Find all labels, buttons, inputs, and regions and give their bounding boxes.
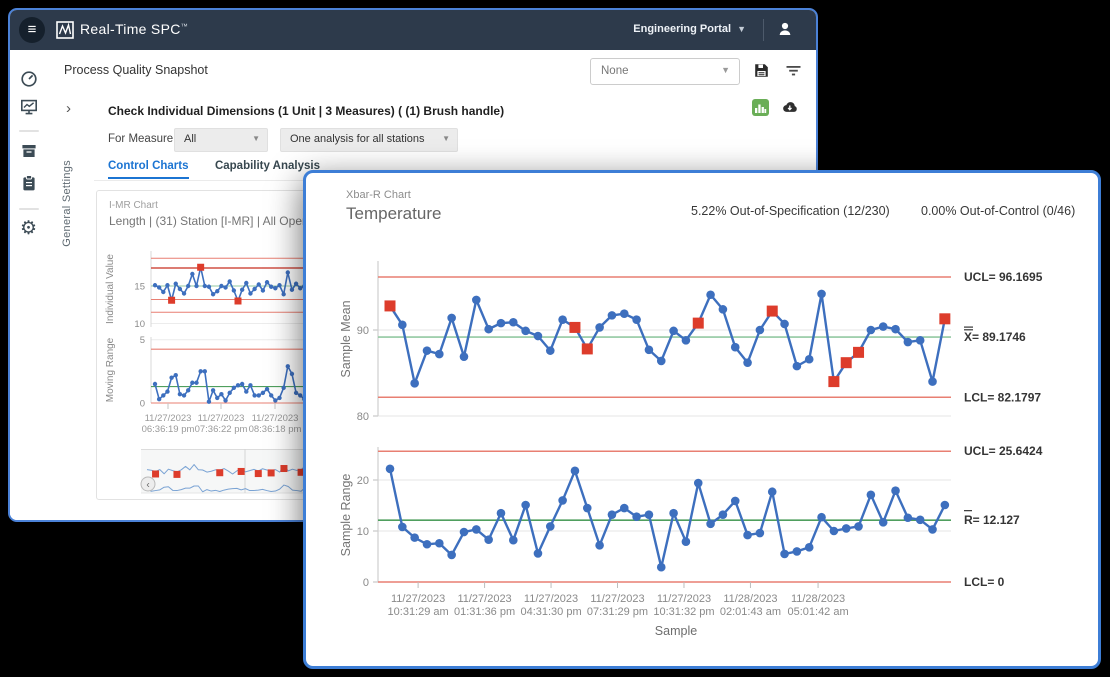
svg-text:02:01:43 am: 02:01:43 am (720, 606, 781, 618)
preset-dropdown[interactable]: None ▼ (590, 58, 740, 85)
svg-text:06:36:19 pm: 06:36:19 pm (142, 424, 195, 435)
sample-range-chart[interactable]: 20 10 0 UCL= 25.6424 R= 12.127 LCL= 0 11/27/20… (324, 439, 1086, 661)
save-icon[interactable] (753, 62, 770, 79)
svg-text:‹: ‹ (146, 480, 149, 491)
svg-text:10: 10 (134, 319, 145, 330)
user-account-icon[interactable] (776, 20, 794, 38)
chevron-down-icon: ▼ (252, 134, 260, 143)
svg-text:20: 20 (357, 475, 369, 487)
svg-text:Sample: Sample (655, 624, 697, 638)
sidebar-divider (19, 130, 39, 132)
general-settings-rail: › General Settings (48, 92, 94, 520)
svg-text:X= 89.1746: X= 89.1746 (964, 330, 1026, 344)
svg-text:11/27/2023: 11/27/2023 (524, 593, 578, 605)
xbar-r-chart-window: Xbar-R Chart Temperature 5.22% Out-of-Sp… (303, 170, 1101, 669)
svg-text:UCL= 96.1695: UCL= 96.1695 (964, 270, 1043, 284)
expand-chevron-icon[interactable]: › (66, 100, 71, 117)
svg-text:11/27/2023: 11/27/2023 (457, 593, 511, 605)
chevron-down-icon: ▼ (737, 24, 746, 34)
xbar-chart-type-label: Xbar-R Chart (346, 189, 411, 201)
svg-text:11/27/2023: 11/27/2023 (198, 413, 245, 424)
sample-mean-chart[interactable]: 90 80 UCL= 96.1695 X= 89.1746 LCL= 82.1797 Sa… (324, 235, 1086, 435)
svg-text:07:31:29 pm: 07:31:29 pm (587, 606, 648, 618)
chevron-down-icon: ▼ (721, 65, 730, 75)
top-bar: ≡ Real-Time SPC™ Engineering Portal▼ (10, 10, 816, 50)
chart-view-icon[interactable] (752, 99, 769, 116)
cloud-download-icon[interactable] (780, 99, 799, 116)
imr-chart-title: Length | (31) Station [I-MR] | All Opera… (109, 214, 333, 228)
svg-text:05:01:42 am: 05:01:42 am (787, 606, 848, 618)
svg-text:Individual Value: Individual Value (105, 254, 116, 324)
svg-text:11/27/2023: 11/27/2023 (252, 413, 299, 424)
svg-text:LCL= 82.1797: LCL= 82.1797 (964, 390, 1041, 404)
for-measure-label: For Measure: (108, 133, 176, 145)
settings-gear-icon[interactable]: ⚙ (20, 220, 38, 238)
svg-text:Sample Range: Sample Range (339, 474, 353, 557)
analysis-mode-value: One analysis for all stations (290, 133, 425, 145)
svg-text:LCL= 0: LCL= 0 (964, 575, 1005, 589)
archive-icon[interactable] (20, 142, 38, 160)
portal-selector[interactable]: Engineering Portal▼ (633, 23, 746, 35)
svg-text:11/27/2023: 11/27/2023 (145, 413, 192, 424)
tab-control-charts[interactable]: Control Charts (108, 160, 189, 179)
svg-text:10:31:32 pm: 10:31:32 pm (653, 606, 714, 618)
svg-text:11/27/2023: 11/27/2023 (391, 593, 445, 605)
svg-text:15: 15 (134, 282, 145, 293)
svg-text:80: 80 (357, 411, 369, 423)
analysis-title: Check Individual Dimensions (1 Unit | 3 … (108, 104, 504, 118)
sidebar: ⚙ (10, 50, 49, 520)
svg-text:10: 10 (357, 526, 369, 538)
app-logo-icon (56, 21, 74, 39)
clipboard-icon[interactable] (20, 174, 38, 192)
svg-text:01:31:36 pm: 01:31:36 pm (454, 606, 515, 618)
app-title: Real-Time SPC™ (80, 21, 188, 37)
svg-text:10:31:29 am: 10:31:29 am (388, 606, 449, 618)
svg-text:UCL= 25.6424: UCL= 25.6424 (964, 444, 1043, 458)
svg-text:Sample Mean: Sample Mean (339, 300, 353, 377)
svg-text:11/28/2023: 11/28/2023 (723, 593, 777, 605)
xbar-chart-title: Temperature (346, 204, 441, 224)
menu-icon[interactable]: ≡ (19, 17, 45, 43)
desktop: ≡ Real-Time SPC™ Engineering Portal▼ (0, 0, 1110, 677)
page-title: Process Quality Snapshot (64, 63, 208, 77)
general-settings-label[interactable]: General Settings (61, 160, 73, 247)
sidebar-divider (19, 208, 39, 210)
page-header: Process Quality Snapshot None ▼ (48, 50, 816, 93)
dashboard-gauge-icon[interactable] (20, 70, 38, 88)
monitor-chart-icon[interactable] (20, 98, 38, 116)
topbar-divider (763, 19, 764, 41)
svg-text:07:36:22 pm: 07:36:22 pm (195, 424, 248, 435)
analysis-mode-dropdown[interactable]: One analysis for all stations ▼ (280, 128, 458, 152)
svg-text:5: 5 (140, 335, 145, 346)
svg-text:08:36:18 pm: 08:36:18 pm (249, 424, 302, 435)
preset-value: None (601, 65, 629, 77)
svg-text:11/27/2023: 11/27/2023 (657, 593, 711, 605)
svg-text:11/27/2023: 11/27/2023 (590, 593, 644, 605)
svg-text:R= 12.127: R= 12.127 (964, 513, 1020, 527)
chevron-down-icon: ▼ (442, 134, 450, 143)
out-of-spec-stat: 5.22% Out-of-Specification (12/230) (691, 204, 890, 218)
svg-text:90: 90 (357, 325, 369, 337)
imr-chart-type-label: I-MR Chart (109, 200, 158, 211)
svg-text:0: 0 (140, 399, 145, 410)
svg-text:04:31:30 pm: 04:31:30 pm (520, 606, 581, 618)
filter-icon[interactable] (785, 62, 802, 79)
svg-text:11/28/2023: 11/28/2023 (791, 593, 845, 605)
svg-text:0: 0 (363, 577, 369, 589)
out-of-control-stat: 0.00% Out-of-Control (0/46) (921, 204, 1075, 218)
svg-text:Moving Range: Moving Range (105, 337, 116, 402)
measure-value: All (184, 133, 196, 145)
measure-dropdown[interactable]: All ▼ (174, 128, 268, 152)
